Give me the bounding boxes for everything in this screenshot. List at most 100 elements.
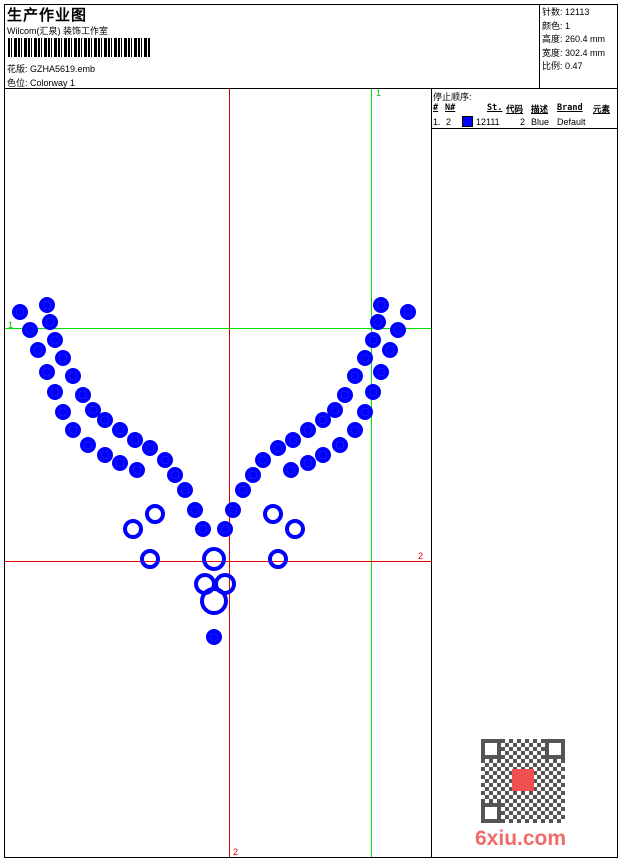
stitch-motif xyxy=(229,506,237,514)
row-code: 2 xyxy=(520,117,526,127)
stitch-motif xyxy=(386,346,394,354)
stitch-motif xyxy=(374,318,382,326)
stitch-motif xyxy=(210,633,218,641)
stitch-motif xyxy=(51,336,59,344)
guide-label-green-left: 1 xyxy=(8,320,14,330)
page-title: 生产作业图 xyxy=(7,7,88,24)
panel-divider xyxy=(431,88,432,858)
stamp-logo xyxy=(512,769,534,791)
stitch-motif xyxy=(79,391,87,399)
embroidery-design xyxy=(12,297,416,645)
stitch-motif xyxy=(200,587,228,615)
stitch-motif xyxy=(361,354,369,362)
col-code: 代码 xyxy=(506,105,524,115)
stitch-motif xyxy=(249,471,257,479)
stitch-motif xyxy=(304,426,312,434)
stitch-motif xyxy=(16,308,24,316)
stitch-motif xyxy=(59,354,67,362)
stitch-motif xyxy=(84,441,92,449)
watermark-text: 6xiu.com xyxy=(475,827,567,850)
col-needle: N# xyxy=(445,103,456,113)
stitch-motif xyxy=(116,459,124,467)
col-stitches: St. xyxy=(487,103,503,113)
design-label: 花版: xyxy=(7,64,28,74)
row-index: 1. xyxy=(433,117,441,127)
stitch-motif xyxy=(43,368,51,376)
stitch-motif xyxy=(202,547,226,571)
stitch-motif xyxy=(221,525,229,533)
stitch-motif xyxy=(161,456,169,464)
col-element: 元素 xyxy=(593,105,611,115)
stat-stitches: 针数: 12113 xyxy=(542,7,590,17)
qr-code xyxy=(481,739,565,823)
stitch-motif xyxy=(319,416,327,424)
stitch-motif xyxy=(26,326,34,334)
stitch-motif xyxy=(336,441,344,449)
stitch-motif xyxy=(259,456,267,464)
stat-colors: 颜色: 1 xyxy=(542,20,571,31)
guide-label-red-right: 2 xyxy=(418,551,424,561)
colorway-value: Colorway 1 xyxy=(30,78,76,88)
colorway-label: 色位: xyxy=(7,78,28,88)
stat-scale: 比例: 0.47 xyxy=(542,61,583,71)
color-swatch xyxy=(462,116,473,127)
stat-height: 高度: 260.4 mm xyxy=(542,34,606,44)
stitch-motif xyxy=(285,519,305,539)
row-needle: 2 xyxy=(446,117,452,127)
col-hash: # xyxy=(433,103,439,113)
stitch-motif xyxy=(51,388,59,396)
stitch-motif xyxy=(131,436,139,444)
row-description: Blue xyxy=(531,117,550,127)
stitch-motif xyxy=(287,466,295,474)
stitch-motif xyxy=(289,436,297,444)
stitch-motif xyxy=(369,336,377,344)
stitch-motif xyxy=(116,426,124,434)
row-brand: Default xyxy=(557,117,586,127)
stitch-motif xyxy=(89,406,97,414)
stitch-motif xyxy=(274,444,282,452)
barcode xyxy=(8,38,150,57)
stitch-motif xyxy=(123,519,143,539)
stitch-motif xyxy=(351,426,359,434)
stitch-motif xyxy=(377,368,385,376)
stitch-motif xyxy=(181,486,189,494)
guide-label-green-top: 1 xyxy=(376,88,382,98)
stitch-motif xyxy=(351,372,359,380)
stitch-motif xyxy=(46,318,54,326)
col-brand: Brand xyxy=(557,103,583,113)
company-name: Wilcom(汇泉) 装饰工作室 xyxy=(7,26,108,36)
stitch-motif xyxy=(133,466,141,474)
stitch-motif xyxy=(394,326,402,334)
table-divider xyxy=(431,128,618,129)
stitch-motif xyxy=(69,372,77,380)
stitch-motif xyxy=(263,504,283,524)
stitch-motif xyxy=(377,301,385,309)
stitch-motif xyxy=(101,416,109,424)
stitch-motif xyxy=(268,549,288,569)
stitch-motif xyxy=(69,426,77,434)
row-stitches: 12111 xyxy=(476,117,500,127)
stitch-motif xyxy=(319,451,327,459)
stats-divider xyxy=(539,4,540,88)
guide-label-red-bottom: 2 xyxy=(233,847,239,857)
stitch-motif xyxy=(341,391,349,399)
design-filename: GZHA5619.emb xyxy=(30,64,96,74)
stitch-motif xyxy=(146,444,154,452)
stitch-motif xyxy=(369,388,377,396)
stop-sequence-title: 停止顺序: xyxy=(433,92,472,102)
stitch-motif xyxy=(199,525,207,533)
stitch-motif xyxy=(171,471,179,479)
stitch-motif xyxy=(59,408,67,416)
col-description: 描述 xyxy=(531,105,549,115)
stitch-motif xyxy=(304,459,312,467)
stitch-motif xyxy=(34,346,42,354)
stitch-motif xyxy=(140,549,160,569)
stat-width: 宽度: 302.4 mm xyxy=(542,47,606,58)
stitch-motif xyxy=(145,504,165,524)
stitch-motif xyxy=(404,308,412,316)
stitch-motif xyxy=(239,486,247,494)
stats-panel: 针数: 12113 颜色: 1 高度: 260.4 mm 宽度: 302.4 m… xyxy=(542,6,605,74)
design-canvas xyxy=(5,89,431,857)
stitch-motif xyxy=(191,506,199,514)
stitch-motif xyxy=(361,408,369,416)
